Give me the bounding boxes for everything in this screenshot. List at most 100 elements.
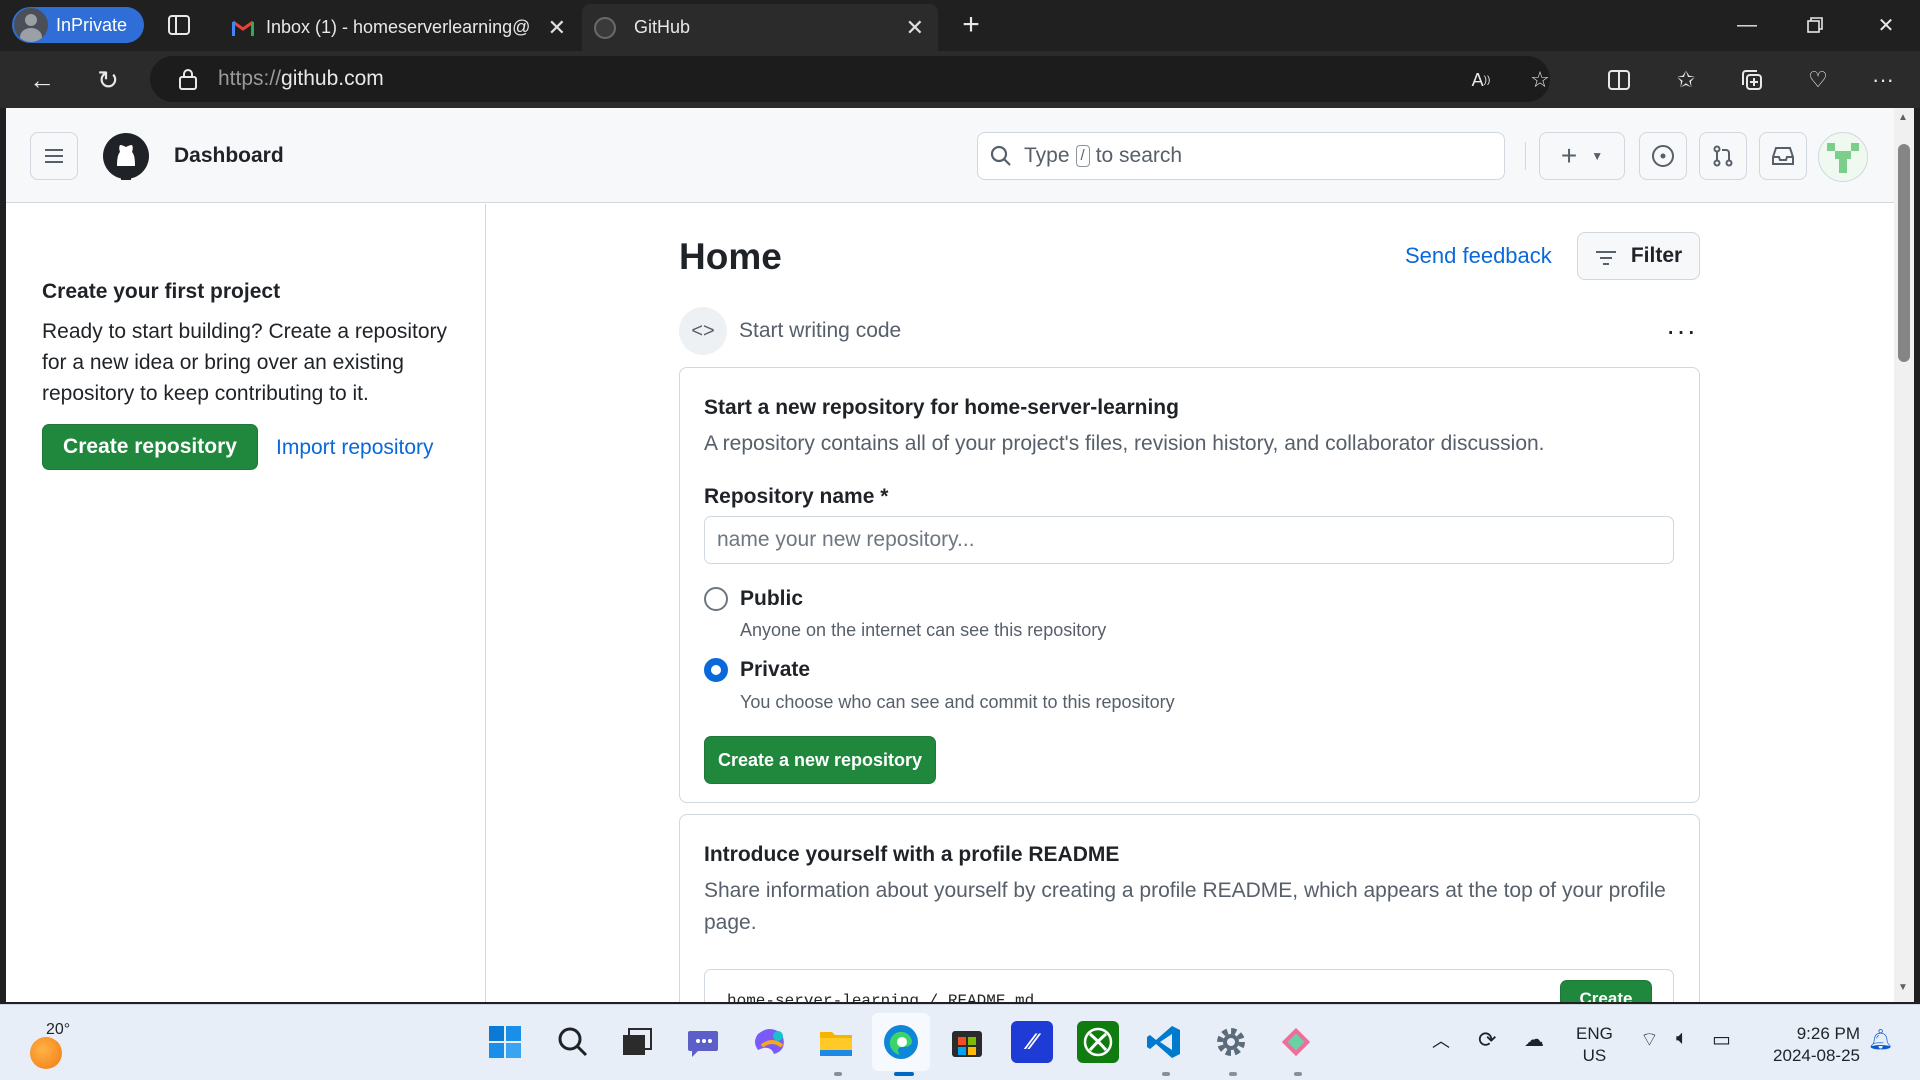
public-radio[interactable]	[704, 587, 728, 611]
private-radio[interactable]	[704, 658, 728, 682]
tab-gmail[interactable]: Inbox (1) - homeserverlearning@ ✕	[220, 4, 580, 51]
github-logo-icon[interactable]	[102, 132, 150, 180]
clock[interactable]: 9:26 PM 2024-08-25	[1760, 1023, 1860, 1067]
profile-avatar-icon	[14, 8, 48, 42]
close-window-icon[interactable]: ✕	[1866, 10, 1906, 40]
more-menu-icon[interactable]: ···	[1868, 65, 1898, 95]
onedrive-icon[interactable]: ☁	[1524, 1027, 1544, 1052]
browser-essentials-icon[interactable]: ♡	[1803, 65, 1833, 95]
sync-icon[interactable]: ⟳	[1478, 1027, 1496, 1053]
running-indicator	[1294, 1072, 1302, 1076]
code-icon: <>	[679, 307, 727, 355]
restore-icon[interactable]	[1795, 10, 1835, 40]
inbox-icon[interactable]	[1759, 132, 1807, 180]
card-description: A repository contains all of your projec…	[704, 432, 1545, 455]
create-readme-button[interactable]: Create	[1560, 980, 1652, 1002]
avatar[interactable]	[1818, 132, 1868, 182]
inprivate-label: InPrivate	[56, 14, 128, 35]
create-new-dropdown[interactable]: + ▼	[1539, 132, 1625, 180]
collections-icon[interactable]	[1737, 65, 1767, 95]
tab-actions-icon[interactable]	[166, 12, 192, 38]
tab-title: Inbox (1) - homeserverlearning@	[266, 17, 531, 37]
pull-requests-icon[interactable]	[1699, 132, 1747, 180]
url-bar[interactable]: https://github.com	[150, 56, 1550, 102]
filter-label: Filter	[1630, 244, 1683, 267]
visual-studio-icon[interactable]: ⁄⁄	[1011, 1021, 1053, 1063]
windows-taskbar: 20° ⁄⁄ ︿ ⟳ ☁ ENG US ⌔ 🔈︎ ▭ 9:26 PM 2024-…	[0, 1004, 1920, 1080]
favorite-star-icon[interactable]: ☆	[1525, 65, 1555, 95]
sidebar-heading: Create your first project	[42, 280, 281, 303]
show-hidden-icons-chevron-icon[interactable]: ︿	[1432, 1027, 1450, 1053]
notification-bell-icon[interactable]: 🔔︎	[1868, 1027, 1893, 1052]
scroll-up-icon[interactable]: ▲	[1898, 112, 1908, 123]
active-indicator	[894, 1072, 914, 1076]
filter-button[interactable]: Filter	[1577, 232, 1700, 280]
home-heading: Home	[679, 236, 782, 277]
card-title: Introduce yourself with a profile README	[704, 843, 1120, 866]
settings-gear-icon[interactable]	[1210, 1021, 1252, 1063]
close-tab-icon[interactable]: ✕	[548, 15, 566, 41]
language-indicator[interactable]: ENG US	[1576, 1023, 1613, 1067]
region-code: US	[1582, 1046, 1607, 1065]
back-arrow-icon[interactable]: ←	[27, 65, 57, 95]
more-options-icon[interactable]: ···	[1666, 315, 1697, 347]
section-label: Start writing code	[739, 319, 902, 342]
tab-github[interactable]: GitHub ✕	[582, 4, 938, 51]
time: 9:26 PM	[1796, 1024, 1860, 1043]
new-tab-icon[interactable]: +	[958, 8, 984, 41]
favorites-icon[interactable]: ✩	[1671, 65, 1701, 95]
search-input[interactable]: Type / to search	[977, 132, 1505, 180]
inprivate-badge[interactable]: InPrivate	[12, 7, 144, 43]
scrollbar-thumb[interactable]	[1898, 144, 1910, 362]
github-header: Dashboard Type / to search + ▼	[6, 108, 1894, 203]
copilot-icon[interactable]	[749, 1021, 791, 1063]
gmail-icon	[232, 20, 254, 36]
lock-icon	[178, 68, 198, 90]
page-title[interactable]: Dashboard	[174, 144, 284, 168]
read-aloud-icon[interactable]: A))	[1466, 65, 1496, 95]
search-icon[interactable]	[552, 1021, 594, 1063]
repository-name-input[interactable]: name your new repository...	[704, 516, 1674, 564]
minimize-icon[interactable]: —	[1727, 10, 1767, 40]
new-repository-card: Start a new repository for home-server-l…	[679, 367, 1700, 803]
filter-icon	[1595, 248, 1617, 265]
public-description: Anyone on the internet can see this repo…	[740, 620, 1107, 640]
battery-icon[interactable]: ▭	[1712, 1027, 1731, 1052]
create-new-repository-button[interactable]: Create a new repository	[704, 736, 936, 784]
import-repository-link[interactable]: Import repository	[276, 436, 434, 460]
task-view-icon[interactable]	[616, 1021, 658, 1063]
scroll-down-icon[interactable]: ▼	[1898, 982, 1908, 993]
start-windows-icon[interactable]	[484, 1021, 526, 1063]
xbox-icon[interactable]	[1077, 1021, 1119, 1063]
file-explorer-icon[interactable]	[815, 1021, 857, 1063]
microsoft-store-icon[interactable]	[946, 1021, 988, 1063]
refresh-icon[interactable]: ↻	[93, 65, 123, 95]
search-placeholder-start: Type	[1024, 144, 1070, 167]
issues-icon[interactable]	[1639, 132, 1687, 180]
hamburger-menu-icon[interactable]	[30, 132, 78, 180]
card-description: Share information about yourself by crea…	[704, 879, 1666, 934]
close-tab-icon[interactable]: ✕	[906, 15, 924, 41]
plus-icon: +	[1560, 140, 1578, 171]
wifi-icon[interactable]: ⌔	[1640, 1027, 1659, 1052]
create-repository-button[interactable]: Create repository	[42, 424, 258, 470]
public-label[interactable]: Public	[740, 587, 803, 611]
running-indicator	[1229, 1072, 1237, 1076]
edge-browser-icon[interactable]	[880, 1021, 922, 1063]
teams-chat-icon[interactable]	[682, 1021, 724, 1063]
split-screen-icon[interactable]	[1604, 65, 1634, 95]
send-feedback-link[interactable]: Send feedback	[1405, 243, 1552, 269]
profile-readme-card: Introduce yourself with a profile README…	[679, 814, 1700, 1002]
url-scheme: https://	[218, 67, 282, 90]
search-placeholder-end: to search	[1095, 144, 1183, 167]
tab-title: GitHub	[634, 17, 691, 37]
volume-icon[interactable]: 🔈︎	[1676, 1027, 1688, 1050]
weather-widget[interactable]: 20°	[28, 1019, 88, 1069]
vscode-icon[interactable]	[1143, 1021, 1185, 1063]
weather-sun-icon	[30, 1037, 62, 1069]
private-label[interactable]: Private	[740, 658, 810, 682]
search-shortcut-key: /	[1075, 145, 1090, 167]
running-indicator	[1162, 1072, 1170, 1076]
readme-path: home-server-learning / README.md	[727, 992, 1035, 1002]
snipping-tool-icon[interactable]	[1275, 1021, 1317, 1063]
